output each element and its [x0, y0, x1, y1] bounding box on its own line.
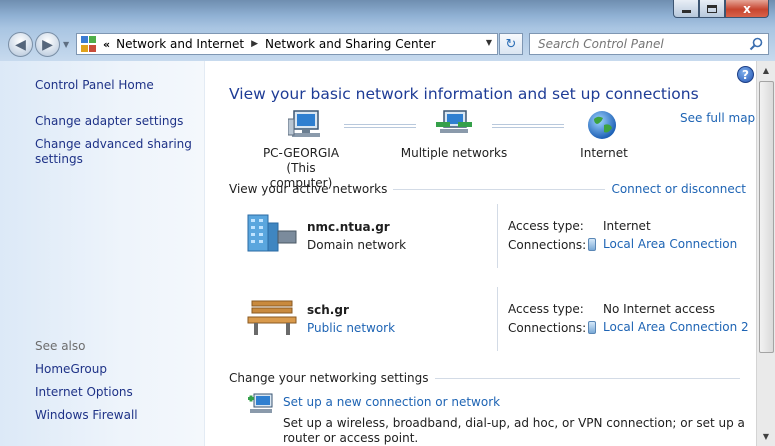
map-node-internet: Internet — [580, 146, 628, 160]
address-bar[interactable]: « Network and Internet ▶ Network and Sha… — [76, 33, 498, 55]
close-icon: x — [743, 1, 751, 16]
maximize-button[interactable] — [699, 0, 725, 18]
computer-name: PC-GEORGIA — [262, 146, 340, 160]
connection-link[interactable]: Local Area Connection — [588, 237, 737, 251]
breadcrumb-overflow[interactable]: « — [103, 38, 110, 51]
connections-label: Connections: — [508, 321, 587, 335]
address-dropdown-button[interactable]: ▼ — [486, 38, 492, 47]
see-also-heading: See also — [35, 339, 86, 353]
windows-firewall-link[interactable]: Windows Firewall — [35, 408, 138, 423]
arrow-left-icon: ◀ — [15, 36, 26, 53]
active-networks-heading: View your active networks — [229, 182, 388, 196]
connect-or-disconnect-link[interactable]: Connect or disconnect — [611, 182, 746, 196]
connection-link[interactable]: Local Area Connection 2 — [588, 320, 749, 334]
refresh-icon: ↻ — [505, 36, 517, 52]
vertical-scrollbar[interactable]: ▲ ▼ — [756, 61, 775, 446]
network-adapter-icon — [588, 237, 596, 251]
arrow-right-icon: ▶ — [42, 36, 53, 53]
control-panel-icon — [81, 36, 97, 52]
homegroup-link[interactable]: HomeGroup — [35, 362, 107, 377]
breadcrumb: « Network and Internet ▶ Network and Sha… — [97, 37, 436, 51]
setup-new-connection-description: Set up a wireless, broadband, dial-up, a… — [283, 416, 745, 445]
map-link-line — [492, 124, 564, 128]
arrow-up-icon: ▲ — [762, 66, 770, 75]
new-connection-icon — [248, 393, 273, 413]
refresh-button[interactable]: ↻ — [499, 33, 523, 55]
search-box — [529, 33, 769, 55]
connection-link-label[interactable]: Local Area Connection — [603, 237, 737, 251]
map-link-line — [344, 124, 416, 128]
connection-link-label[interactable]: Local Area Connection 2 — [603, 320, 749, 334]
window-controls: x — [673, 0, 769, 18]
network-name: nmc.ntua.gr — [307, 220, 390, 234]
recent-pages-dropdown[interactable]: ▼ — [63, 40, 69, 49]
navigation-bar: ◀ ▶ ▼ « Network and Internet ▶ Network a… — [0, 28, 775, 61]
close-button[interactable]: x — [725, 0, 769, 18]
main-content: ? View your basic network information an… — [206, 61, 756, 446]
network-name: sch.gr — [307, 303, 349, 317]
domain-network-icon — [247, 214, 297, 252]
globe-icon — [588, 111, 616, 139]
divider — [497, 204, 498, 268]
connections-label: Connections: — [508, 238, 587, 252]
change-adapter-settings-link[interactable]: Change adapter settings — [35, 114, 183, 129]
computer-icon — [288, 110, 320, 137]
forward-button[interactable]: ▶ — [35, 32, 60, 57]
chevron-right-icon[interactable]: ▶ — [251, 39, 258, 49]
access-type-label: Access type: — [508, 302, 584, 316]
arrow-down-icon: ▼ — [762, 432, 770, 441]
scroll-up-button[interactable]: ▲ — [758, 62, 774, 79]
minimize-icon — [681, 10, 691, 13]
access-type-value: No Internet access — [603, 302, 716, 316]
internet-options-link[interactable]: Internet Options — [35, 385, 133, 400]
breadcrumb-network-and-internet[interactable]: Network and Internet — [116, 37, 244, 51]
change-advanced-sharing-link[interactable]: Change advanced sharing settings — [35, 137, 195, 167]
divider — [497, 287, 498, 351]
title-bar[interactable]: x — [0, 0, 775, 28]
multiple-networks-icon — [436, 110, 472, 133]
scroll-down-button[interactable]: ▼ — [758, 428, 774, 445]
page-title: View your basic network information and … — [229, 85, 699, 103]
access-type-value: Internet — [603, 219, 651, 233]
divider — [393, 188, 606, 190]
control-panel-home-link[interactable]: Control Panel Home — [35, 78, 154, 93]
minimize-button[interactable] — [673, 0, 699, 18]
network-category: Domain network — [307, 238, 407, 252]
change-settings-header: Change your networking settings — [229, 371, 746, 385]
left-navigation-pane: Control Panel Home Change adapter settin… — [0, 61, 205, 446]
network-adapter-icon — [588, 320, 596, 334]
breadcrumb-network-and-sharing-center[interactable]: Network and Sharing Center — [265, 37, 436, 51]
access-type-label: Access type: — [508, 219, 584, 233]
search-input[interactable] — [538, 34, 743, 54]
change-settings-heading: Change your networking settings — [229, 371, 429, 385]
see-full-map-link[interactable]: See full map — [680, 111, 755, 125]
divider — [434, 377, 740, 379]
setup-new-connection-link[interactable]: Set up a new connection or network — [283, 395, 500, 409]
back-button[interactable]: ◀ — [8, 32, 33, 57]
help-icon[interactable]: ? — [737, 66, 754, 83]
maximize-icon — [707, 4, 717, 13]
public-network-bench-icon — [247, 300, 297, 335]
active-networks-header: View your active networks Connect or dis… — [229, 182, 746, 196]
map-node-networks: Multiple networks — [400, 146, 508, 160]
scrollbar-thumb[interactable] — [759, 81, 774, 353]
search-icon[interactable] — [749, 37, 763, 51]
network-category-link[interactable]: Public network — [307, 321, 395, 335]
